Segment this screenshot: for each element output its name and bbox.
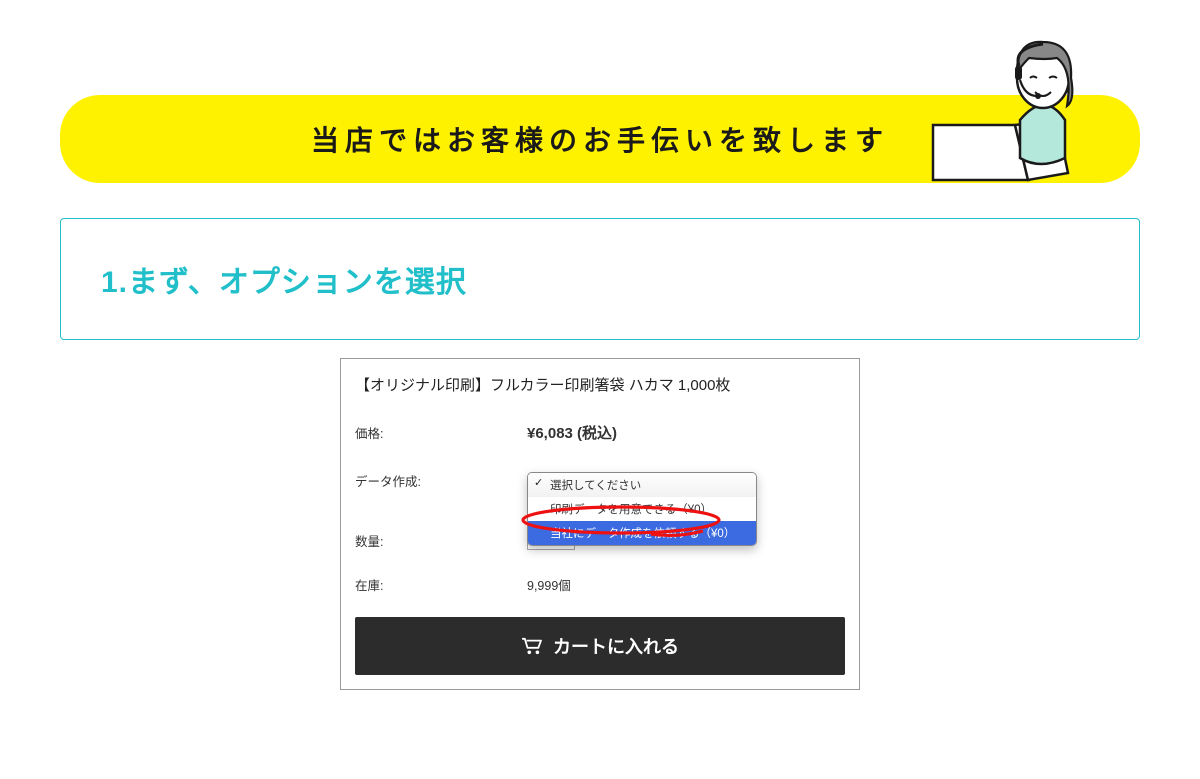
product-title: 【オリジナル印刷】フルカラー印刷箸袋 ハカマ 1,000枚 (355, 374, 845, 395)
step-box: 1.まず、オプションを選択 (60, 218, 1140, 340)
cart-icon (521, 637, 543, 655)
step-title: 1.まず、オプションを選択 (101, 257, 1099, 301)
support-agent-illustration (925, 30, 1105, 185)
select-option-placeholder[interactable]: 選択してください (528, 473, 756, 497)
select-option-request-data[interactable]: 当社にデータ作成を依頼する（¥0） (528, 521, 756, 545)
price-row: 価格: ¥6,083 (税込) (355, 415, 845, 449)
stock-label: 在庫: (355, 575, 527, 594)
quantity-label: 数量: (355, 531, 527, 550)
stock-value: 9,999個 (527, 575, 845, 594)
data-creation-label: データ作成: (355, 471, 527, 490)
add-to-cart-label: カートに入れる (553, 633, 679, 659)
add-to-cart-button[interactable]: カートに入れる (355, 617, 845, 675)
data-creation-row: データ作成: ▲▼ 選択してください 印刷データを用意できる（¥0） 当社にデー… (355, 463, 845, 497)
product-panel: 【オリジナル印刷】フルカラー印刷箸袋 ハカマ 1,000枚 価格: ¥6,083… (340, 358, 860, 690)
help-banner-text: 当店ではお客様のお手伝いを致します (311, 125, 889, 156)
stock-row: 在庫: 9,999個 (355, 567, 845, 601)
price-value: ¥6,083 (税込) (527, 422, 845, 443)
select-option-own-data[interactable]: 印刷データを用意できる（¥0） (528, 497, 756, 521)
price-label: 価格: (355, 423, 527, 442)
